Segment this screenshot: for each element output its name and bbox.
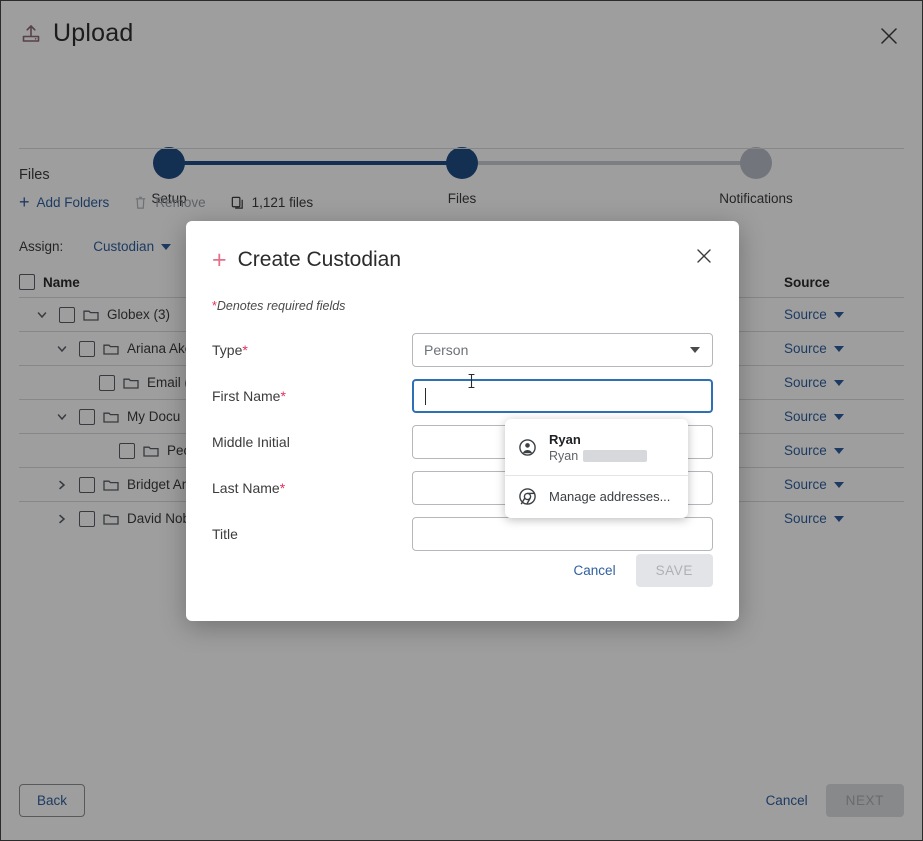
autofill-secondary-text: Ryan (549, 449, 578, 463)
autofill-dropdown: Ryan Ryan Manage addresses... (505, 419, 688, 518)
dialog-cancel-button[interactable]: Cancel (574, 563, 616, 578)
label-last-name: Last Name* (212, 480, 412, 496)
close-icon[interactable] (695, 247, 713, 265)
autofill-primary: Ryan (549, 432, 647, 447)
autofill-secondary: Ryan (549, 449, 647, 463)
dialog-title: Create Custodian (238, 248, 401, 272)
dialog-save-button[interactable]: SAVE (636, 554, 713, 587)
autofill-divider (505, 475, 688, 476)
required-asterisk: * (280, 388, 285, 404)
chevron-down-icon (690, 347, 700, 353)
required-asterisk: * (242, 342, 247, 358)
chrome-icon (519, 488, 536, 505)
label-title: Title (212, 526, 412, 542)
form-row-first-name: First Name* (212, 373, 713, 419)
autofill-suggestion-text: Ryan Ryan (549, 432, 647, 463)
autofill-manage-label: Manage addresses... (549, 489, 670, 504)
autofill-manage-addresses-item[interactable]: Manage addresses... (505, 481, 688, 512)
text-caret (425, 388, 426, 405)
required-fields-note: *Denotes required fields (212, 299, 713, 313)
dialog-header: + Create Custodian (212, 243, 713, 277)
autofill-redacted-value (583, 450, 647, 462)
autofill-suggestion-item[interactable]: Ryan Ryan (505, 425, 688, 470)
type-select-value: Person (424, 342, 468, 358)
label-first-name: First Name* (212, 388, 412, 404)
person-circle-icon (519, 439, 536, 456)
plus-icon: + (212, 248, 227, 273)
label-middle-initial: Middle Initial (212, 434, 412, 450)
label-type: Type* (212, 342, 412, 358)
required-note-text: Denotes required fields (217, 299, 346, 313)
dialog-footer: Cancel SAVE (574, 554, 713, 587)
form-row-type: Type* Person (212, 327, 713, 373)
title-input[interactable] (412, 517, 713, 551)
upload-window: Upload Setup Files Notifications Files + (0, 0, 923, 841)
mouse-text-cursor-icon (466, 372, 477, 390)
required-asterisk: * (280, 480, 285, 496)
type-select[interactable]: Person (412, 333, 713, 367)
first-name-input[interactable] (412, 379, 713, 413)
